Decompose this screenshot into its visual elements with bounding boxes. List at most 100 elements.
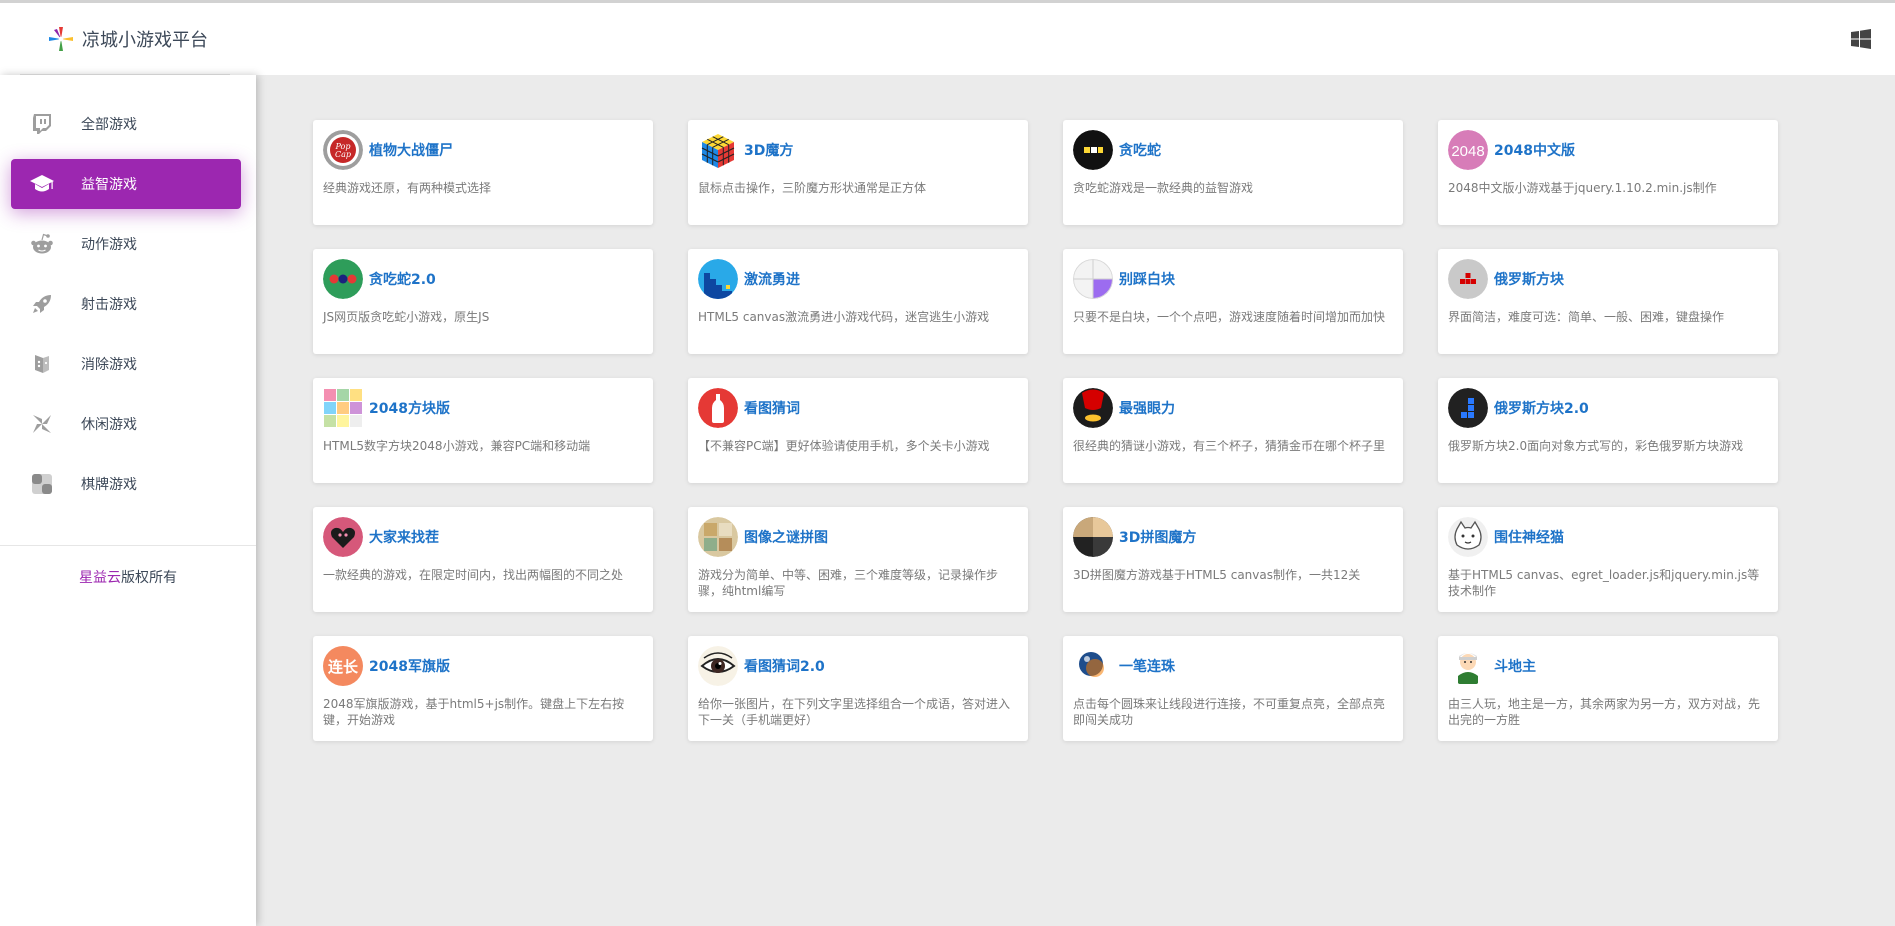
copyright-suffix: 版权所有 <box>121 570 177 586</box>
game-title[interactable]: 看图猜词 <box>744 398 800 418</box>
sidebar-item-label: 消除游戏 <box>81 357 137 373</box>
game-card-spot-difference[interactable]: 大家来找茬 一款经典的游戏，在限定时间内，找出两幅图的不同之处 <box>313 507 653 612</box>
game-card-snake[interactable]: 贪吃蛇 贪吃蛇游戏是一款经典的益智游戏 <box>1063 120 1403 225</box>
game-desc: 贪吃蛇游戏是一款经典的益智游戏 <box>1073 181 1254 195</box>
graduation-cap-icon <box>29 171 55 197</box>
cat-icon <box>1448 517 1488 557</box>
game-card-guess-word[interactable]: 看图猜词 【不兼容PC端】更好体验请使用手机，多个关卡小游戏 <box>688 378 1028 483</box>
puzzle-cube-icon <box>1073 517 1113 557</box>
game-title[interactable]: 俄罗斯方块2.0 <box>1494 398 1589 418</box>
snake-icon <box>1073 130 1113 170</box>
brand[interactable]: 凉城小游戏平台 <box>20 3 230 75</box>
game-card-3d-puzzle-cube[interactable]: 3D拼图魔方 3D拼图魔方游戏基于HTML5 canvas制作，一共12关 <box>1063 507 1403 612</box>
game-title[interactable]: 斗地主 <box>1494 656 1536 676</box>
army-flag-icon: 连长 <box>323 646 363 686</box>
game-desc: 2048中文版小游戏基于jquery.1.10.2.min.js制作 <box>1448 181 1717 195</box>
top-header: 凉城小游戏平台 <box>0 3 1895 75</box>
game-card-pvz[interactable]: Pop Cap 植物大战僵尸 经典游戏还原，有两种模式选择 <box>313 120 653 225</box>
game-card-piano-tiles[interactable]: 别踩白块 只要不是白块，一个个点吧，游戏速度随着时间增加而加快 <box>1063 249 1403 354</box>
game-card-tetris[interactable]: 俄罗斯方块 界面简洁，难度可选：简单、一般、困难，键盘操作 <box>1438 249 1778 354</box>
game-title[interactable]: 2048军旗版 <box>369 656 450 676</box>
svg-text:Cap: Cap <box>335 150 351 159</box>
game-card-rapids[interactable]: 激流勇进 HTML5 canvas激流勇进小游戏代码，迷宫逃生小游戏 <box>688 249 1028 354</box>
game-card-3d-cube[interactable]: 3D魔方 鼠标点击操作，三阶魔方形状通常是正方体 <box>688 120 1028 225</box>
reddit-icon <box>29 231 55 257</box>
copyright-brand-link[interactable]: 星益云 <box>79 570 121 586</box>
game-card-landlord[interactable]: 斗地主 由三人玩，地主是一方，其余两家为另一方，双方对战，先出完的一方胜 <box>1438 636 1778 741</box>
sidebar-item-shooting-games[interactable]: 射击游戏 <box>11 279 241 329</box>
game-title[interactable]: 图像之谜拼图 <box>744 527 828 547</box>
army-rank-badge: 连长 <box>327 657 358 676</box>
game-title[interactable]: 激流勇进 <box>744 269 800 289</box>
tetris-icon <box>1448 259 1488 299</box>
twitch-icon <box>29 111 55 137</box>
ball-icon <box>1073 646 1113 686</box>
game-card-2048-tiles[interactable]: 2048方块版 HTML5数字方块2048小游戏，兼容PC端和移动端 <box>313 378 653 483</box>
game-title[interactable]: 3D魔方 <box>744 140 793 160</box>
game-card-image-puzzle[interactable]: 图像之谜拼图 游戏分为简单、中等、困难，三个难度等级，记录操作步骤，纯html编… <box>688 507 1028 612</box>
game-card-2048-cn[interactable]: 2048 2048中文版 2048中文版小游戏基于jquery.1.10.2.m… <box>1438 120 1778 225</box>
bottle-icon <box>698 388 738 428</box>
game-title[interactable]: 2048中文版 <box>1494 140 1575 160</box>
game-desc: 2048军旗版游戏，基于html5+js制作。键盘上下左右按键，开始游戏 <box>323 697 625 727</box>
puzzle-photo-icon <box>698 517 738 557</box>
game-title[interactable]: 3D拼图魔方 <box>1119 527 1196 547</box>
sidebar-item-label: 棋牌游戏 <box>81 477 137 493</box>
game-title[interactable]: 植物大战僵尸 <box>369 140 453 160</box>
sidebar-item-label: 射击游戏 <box>81 297 137 313</box>
game-title[interactable]: 最强眼力 <box>1119 398 1175 418</box>
game-desc: 游戏分为简单、中等、困难，三个难度等级，记录操作步骤，纯html编写 <box>698 568 999 598</box>
app-title: 凉城小游戏平台 <box>82 29 208 51</box>
game-desc: 俄罗斯方块2.0面向对象方式写的，彩色俄罗斯方块游戏 <box>1448 439 1744 453</box>
game-title[interactable]: 一笔连珠 <box>1119 656 1175 676</box>
game-desc: 一款经典的游戏，在限定时间内，找出两幅图的不同之处 <box>323 568 624 582</box>
game-card-snake-2[interactable]: 贪吃蛇2.0 JS网页版贪吃蛇小游戏，原生JS <box>313 249 653 354</box>
game-desc: 只要不是白块，一个个点吧，游戏速度随着时间增加而加快 <box>1073 310 1386 324</box>
sidebar-item-action-games[interactable]: 动作游戏 <box>11 219 241 269</box>
piano-tiles-icon <box>1073 259 1113 299</box>
game-desc: 由三人玩，地主是一方，其余两家为另一方，双方对战，先出完的一方胜 <box>1448 697 1761 727</box>
svg-text:2048: 2048 <box>1451 143 1484 160</box>
game-desc: 鼠标点击操作，三阶魔方形状通常是正方体 <box>698 181 927 195</box>
pinwheel-logo-icon <box>49 26 73 51</box>
game-title[interactable]: 围住神经猫 <box>1494 527 1564 547</box>
sidebar-item-casual-games[interactable]: 休闲游戏 <box>11 399 241 449</box>
sidebar-nav: 全部游戏 益智游戏 动作游戏 射击游戏 消除游戏 休闲游戏 棋牌游戏 <box>0 75 256 509</box>
landlord-icon <box>1448 646 1488 686</box>
game-title[interactable]: 别踩白块 <box>1119 269 1175 289</box>
sidebar-item-label: 益智游戏 <box>81 177 137 193</box>
pinwheel-icon <box>29 411 55 437</box>
checkerboard-icon <box>29 471 55 497</box>
game-title[interactable]: 俄罗斯方块 <box>1494 269 1564 289</box>
sidebar-item-label: 动作游戏 <box>81 237 137 253</box>
game-desc: 3D拼图魔方游戏基于HTML5 canvas制作，一共12关 <box>1073 568 1361 582</box>
game-card-catch-cat[interactable]: 围住神经猫 基于HTML5 canvas、egret_loader.js和jqu… <box>1438 507 1778 612</box>
sidebar-item-all-games[interactable]: 全部游戏 <box>11 99 241 149</box>
game-card-guess-word-2[interactable]: 看图猜词2.0 给你一张图片，在下列文字里选择组合一个成语，答对进入下一关（手机… <box>688 636 1028 741</box>
game-title[interactable]: 看图猜词2.0 <box>744 656 825 676</box>
icon-2048: 2048 <box>1448 130 1488 170</box>
game-title[interactable]: 贪吃蛇2.0 <box>369 269 436 289</box>
game-desc: 经典游戏还原，有两种模式选择 <box>323 181 492 195</box>
game-desc: 基于HTML5 canvas、egret_loader.js和jquery.mi… <box>1448 568 1760 598</box>
game-title[interactable]: 大家来找茬 <box>369 527 439 547</box>
stairs-icon <box>698 259 738 299</box>
sidebar-item-chess-games[interactable]: 棋牌游戏 <box>11 459 241 509</box>
game-card-sharp-eye[interactable]: 最强眼力 很经典的猜谜小游戏，有三个杯子，猜猜金币在哪个杯子里 <box>1063 378 1403 483</box>
game-card-tetris-2[interactable]: 俄罗斯方块2.0 俄罗斯方块2.0面向对象方式写的，彩色俄罗斯方块游戏 <box>1438 378 1778 483</box>
sidebar-item-puzzle-games[interactable]: 益智游戏 <box>11 159 241 209</box>
sidebar: 全部游戏 益智游戏 动作游戏 射击游戏 消除游戏 休闲游戏 棋牌游戏 星益云版权… <box>0 75 256 926</box>
game-desc: 给你一张图片，在下列文字里选择组合一个成语，答对进入下一关（手机端更好） <box>698 697 1011 727</box>
eye-icon <box>698 646 738 686</box>
sidebar-item-match-games[interactable]: 消除游戏 <box>11 339 241 389</box>
game-title[interactable]: 2048方块版 <box>369 398 450 418</box>
game-desc: HTML5数字方块2048小游戏，兼容PC端和移动端 <box>323 439 591 453</box>
game-grid: Pop Cap 植物大战僵尸 经典游戏还原，有两种模式选择 3D魔方 鼠标点击操作… <box>313 120 1779 741</box>
sidebar-divider <box>0 545 256 546</box>
rubiks-cube-icon <box>701 134 735 168</box>
game-title[interactable]: 贪吃蛇 <box>1119 140 1161 160</box>
game-card-one-stroke[interactable]: 一笔连珠 点击每个圆珠来让线段进行连接，不可重复点亮，全部点亮即闯关成功 <box>1063 636 1403 741</box>
game-card-2048-army[interactable]: 连长 2048军旗版 2048军旗版游戏，基于html5+js制作。键盘上下左右… <box>313 636 653 741</box>
snake-dots-icon <box>323 259 363 299</box>
windows-icon[interactable] <box>1851 29 1871 49</box>
